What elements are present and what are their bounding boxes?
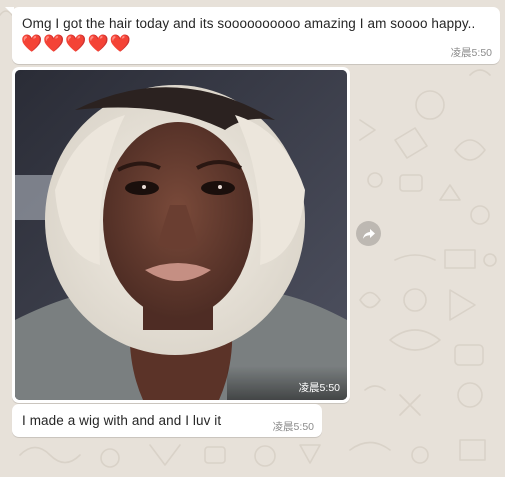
forward-button[interactable] (356, 221, 381, 246)
chat-panel[interactable]: Omg I got the hair today and its soooooo… (0, 0, 505, 477)
message-timestamp: 凌晨5:50 (272, 421, 314, 433)
incoming-image-bubble[interactable]: 凌晨5:50 (12, 67, 350, 403)
heart-emoji-row: ❤️❤️❤️❤️❤️ (21, 34, 132, 54)
message-text: Omg I got the hair today and its soooooo… (22, 16, 476, 31)
portrait-photo-illustration (15, 70, 347, 400)
incoming-message-bubble[interactable]: I made a wig with and and I luv it 凌晨5:5… (12, 404, 322, 437)
message-photo[interactable]: 凌晨5:50 (15, 70, 347, 400)
image-timestamp: 凌晨5:50 (298, 382, 340, 394)
forward-arrow-icon (362, 228, 375, 239)
incoming-message-bubble[interactable]: Omg I got the hair today and its soooooo… (5, 7, 500, 64)
message-text: I made a wig with and and I luv it (22, 413, 222, 428)
message-timestamp: 凌晨5:50 (450, 47, 492, 59)
bubble-tail (5, 7, 14, 16)
